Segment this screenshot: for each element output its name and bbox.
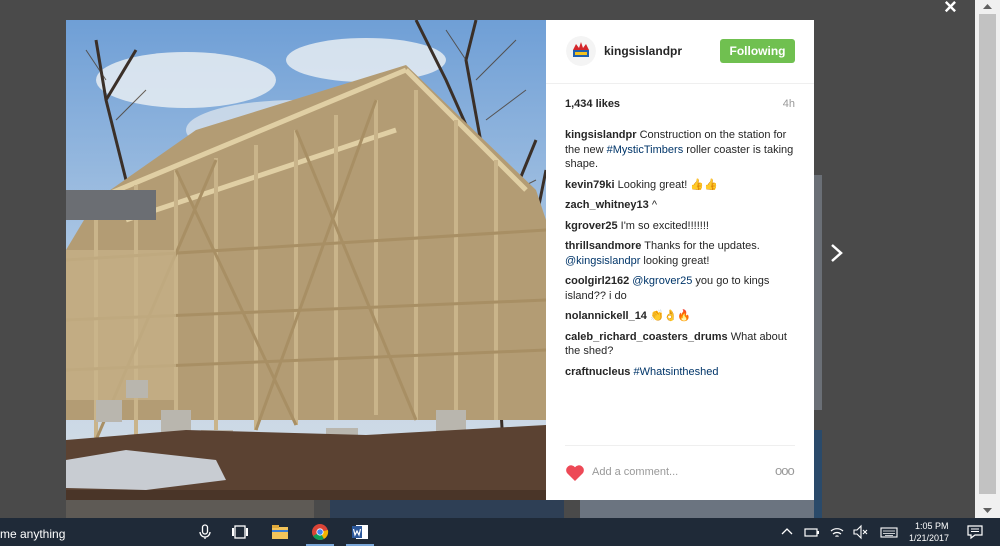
comment-username[interactable]: caleb_richard_coasters_drums [565,331,728,343]
background-card [814,430,822,518]
background-card [66,500,314,518]
comment: kevin79ki Looking great! 👍👍 [565,178,797,193]
kings-island-logo-icon [566,36,596,66]
comment: thrillsandmore Thanks for the updates. @… [565,239,797,268]
hashtag-link[interactable]: #MysticTimbers [607,144,684,156]
word-icon[interactable] [351,523,369,541]
post-photo [66,20,546,500]
comment-text: looking great! [640,254,710,267]
comment-text: Looking great! 👍👍 [614,178,718,191]
comment-username[interactable]: kevin79ki [565,179,615,191]
background-card [580,500,814,518]
post-time: 4h [782,98,795,110]
comment-username[interactable]: kingsislandpr [565,129,637,141]
next-arrow-icon[interactable] [827,238,847,268]
comment-list: kingsislandpr Construction on the statio… [565,128,797,385]
post-header: kingsislandpr Following [546,20,814,84]
comment: coolgirl2162 @kgrover25 you go to kings … [565,274,797,303]
comment-username[interactable]: nolannickell_14 [565,310,647,322]
heart-icon[interactable] [565,464,585,482]
mention-link[interactable]: @kgrover25 [632,275,692,287]
comment-text: 👏👌🔥 [646,310,692,322]
comment-username[interactable]: craftnucleus [565,366,630,378]
scroll-up-icon[interactable] [975,0,1000,14]
close-button[interactable]: × [944,0,957,20]
hashtag-link[interactable]: #Whatsintheshed [633,366,718,378]
scroll-down-icon[interactable] [975,502,1000,518]
construction-photo [66,20,546,500]
comment: zach_whitney13 ^ [565,198,797,213]
avatar[interactable] [566,36,596,66]
comment-text: ^ [648,199,657,211]
background-card [814,175,822,410]
mention-link[interactable]: @kingsislandpr [565,255,640,267]
chevron-up-icon[interactable] [778,523,796,541]
post-sidebar: kingsislandpr Following 1,434 likes 4h k… [546,20,814,500]
following-button[interactable]: Following [720,39,795,63]
post-username[interactable]: kingsislandpr [604,44,682,58]
notifications-icon[interactable] [966,523,984,541]
keyboard-icon[interactable] [880,523,898,541]
comment-username[interactable]: coolgirl2162 [565,275,629,287]
chrome-icon[interactable] [311,523,329,541]
scrollbar[interactable] [975,0,1000,518]
more-options-button[interactable]: ooo [775,463,795,478]
comment: craftnucleus #Whatsintheshed [565,365,797,380]
add-comment-input[interactable]: Add a comment... [592,466,678,478]
comment: kgrover25 I'm so excited!!!!!!! [565,219,797,234]
comment-username[interactable]: thrillsandmore [565,240,641,252]
volume-muted-icon[interactable] [852,523,870,541]
comment-text: I'm so excited!!!!!!! [617,219,709,232]
wifi-icon[interactable] [828,523,846,541]
post-modal: kingsislandpr Following 1,434 likes 4h k… [66,20,814,500]
cortana-search-box[interactable]: me anything [0,527,65,541]
comment: nolannickell_14 👏👌🔥 [565,309,797,324]
clock-date[interactable]: 1/21/2017 [909,533,949,543]
task-view-icon[interactable] [231,523,249,541]
comment: caleb_richard_coasters_drums What about … [565,330,797,359]
comment-text: Thanks for the updates. [641,240,760,252]
comment: kingsislandpr Construction on the statio… [565,128,797,172]
microphone-icon[interactable] [196,523,214,541]
file-explorer-icon[interactable] [271,523,289,541]
scroll-thumb[interactable] [979,14,996,494]
divider [565,445,795,446]
like-count[interactable]: 1,434 likes [565,98,620,110]
background-card [330,500,564,518]
comment-username[interactable]: kgrover25 [565,220,618,232]
comment-username[interactable]: zach_whitney13 [565,199,649,211]
clock-time[interactable]: 1:05 PM [915,521,949,531]
taskbar: me anything 1:05 PM 1/21/2017 [0,518,1000,546]
battery-icon[interactable] [803,523,821,541]
